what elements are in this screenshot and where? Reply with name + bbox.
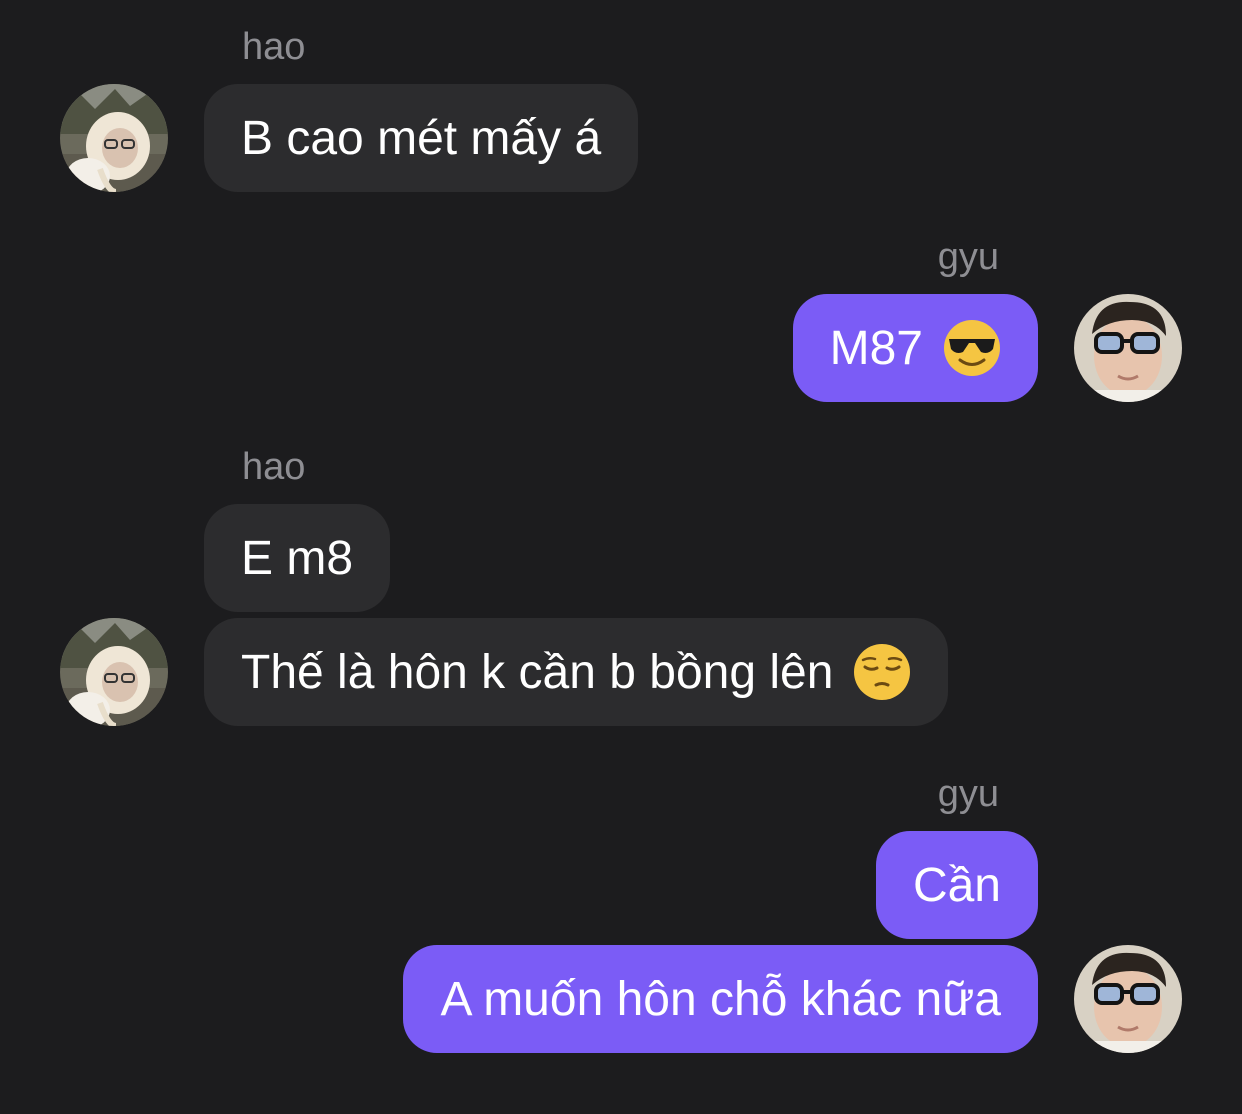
avatar-hao-photo bbox=[60, 618, 168, 726]
message-bubble[interactable]: B cao mét mấy á bbox=[204, 84, 639, 192]
sender-name-hao: hao bbox=[242, 446, 306, 488]
message-text: Cần bbox=[912, 858, 1001, 912]
avatar-hao[interactable] bbox=[60, 618, 168, 726]
message-text: E m8 bbox=[241, 531, 354, 585]
message-bubble[interactable]: A muốn hôn chỗ khác nữa bbox=[403, 945, 1038, 1053]
pensive-face-icon bbox=[854, 644, 911, 700]
avatar-hao[interactable] bbox=[60, 84, 168, 192]
sender-name-gyu: gyu bbox=[937, 773, 999, 815]
avatar-gyu[interactable] bbox=[1074, 294, 1182, 402]
smiling-face-with-sunglasses-icon bbox=[944, 320, 1000, 376]
avatar-hao-photo bbox=[60, 84, 168, 192]
avatar-gyu[interactable] bbox=[1074, 945, 1182, 1053]
message-text: B cao mét mấy á bbox=[241, 111, 602, 165]
avatar-gyu-photo bbox=[1074, 294, 1182, 402]
message-text: A muốn hôn chỗ khác nữa bbox=[440, 972, 1001, 1026]
message-text: Thế là hôn k cần b bồng lên bbox=[241, 645, 834, 699]
message-bubble[interactable]: Thế là hôn k cần b bồng lên bbox=[204, 618, 949, 726]
sender-name-hao: hao bbox=[242, 26, 306, 68]
message-bubble[interactable]: M87 bbox=[792, 294, 1038, 402]
sender-name-gyu: gyu bbox=[937, 236, 999, 278]
message-text: M87 bbox=[829, 321, 923, 375]
message-bubble[interactable]: E m8 bbox=[204, 504, 391, 612]
avatar-gyu-photo bbox=[1074, 945, 1182, 1053]
message-bubble[interactable]: Cần bbox=[875, 831, 1038, 939]
